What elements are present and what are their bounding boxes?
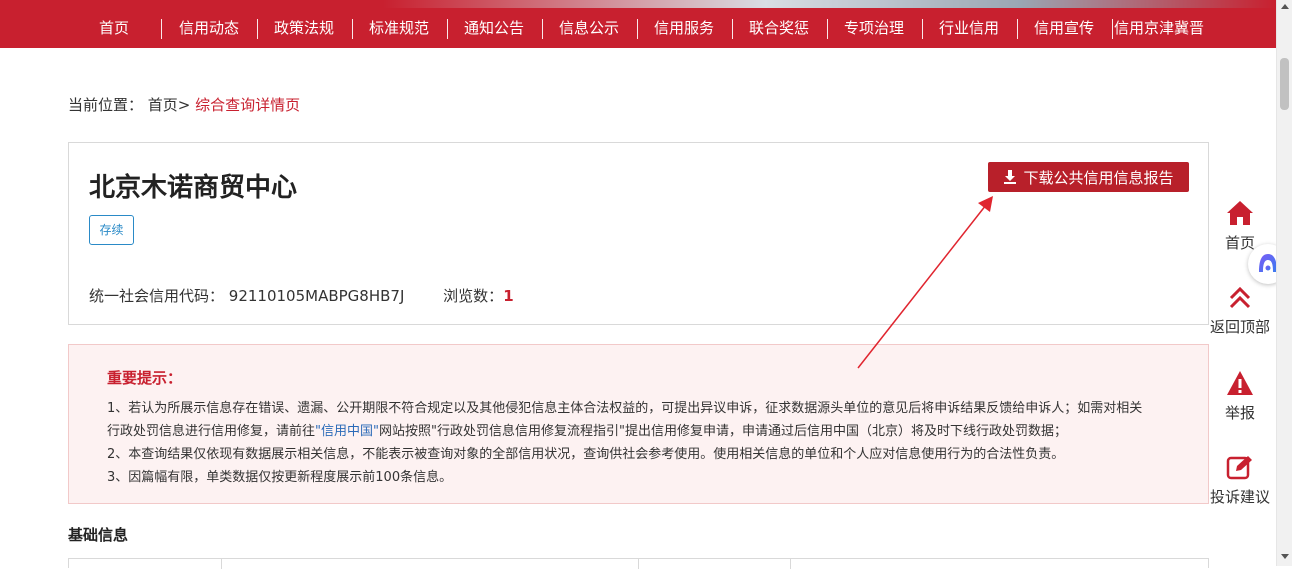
scroll-up-arrow-icon[interactable]: [1281, 4, 1289, 9]
vertical-scrollbar[interactable]: [1276, 0, 1292, 566]
views-label: 浏览数：: [443, 287, 504, 305]
complaint-label: 投诉建议: [1209, 488, 1270, 506]
complaint-button[interactable]: 投诉建议: [1204, 454, 1276, 507]
edit-icon: [1226, 456, 1252, 480]
credit-code-label: 统一社会信用代码：: [89, 287, 225, 305]
company-name: 北京木诺商贸中心: [89, 173, 298, 203]
breadcrumb: 当前位置： 首页> 综合查询详情页: [68, 94, 300, 115]
nav-item-credit-news[interactable]: 信用动态: [179, 8, 239, 48]
notice-line-2: 2、本查询结果仅依现有数据展示相关信息，不能表示被查询对象的全部信用状况，查询供…: [107, 447, 1065, 462]
breadcrumb-current: 综合查询详情页: [195, 96, 301, 114]
nav-item-notices[interactable]: 通知公告: [464, 8, 524, 48]
nav-separator: [352, 19, 353, 39]
notice-line-3: 3、因篇幅有限，单类数据仅按更新程度展示前100条信息。: [107, 470, 453, 485]
scroll-thumb[interactable]: [1280, 58, 1289, 110]
table-column-divider: [638, 559, 639, 569]
notice-line-1b: 行政处罚信息进行信用修复，请前往"信用中国"网站按照"行政处罚信息信用修复流程指…: [107, 420, 1187, 443]
nav-item-industry[interactable]: 行业信用: [939, 8, 999, 48]
nav-separator: [827, 19, 828, 39]
status-badge: 存续: [89, 215, 134, 245]
warning-icon: [1227, 371, 1253, 395]
basic-info-title: 基础信息: [68, 526, 129, 544]
nav-item-promotion[interactable]: 信用宣传: [1034, 8, 1094, 48]
nav-separator: [1017, 19, 1018, 39]
home-icon: [1227, 201, 1253, 225]
views-count: 1: [503, 287, 514, 305]
download-icon: [1004, 170, 1017, 184]
nav-item-jjj[interactable]: 信用京津冀晋: [1114, 8, 1204, 48]
nav-separator: [732, 19, 733, 39]
report-label: 举报: [1224, 404, 1255, 422]
report-button[interactable]: 举报: [1204, 370, 1276, 423]
nav-item-rewards-penalties[interactable]: 联合奖惩: [749, 8, 809, 48]
download-report-label: 下载公共信用信息报告: [1023, 168, 1174, 187]
basic-info-table: [68, 558, 1209, 569]
nav-separator: [257, 19, 258, 39]
top-banner-strip: [0, 0, 1276, 8]
nav-separator: [447, 19, 448, 39]
important-notice: 重要提示： 1、若认为所展示信息存在错误、遗漏、公开期限不符合规定以及其他侵犯信…: [68, 344, 1209, 504]
nav-separator: [542, 19, 543, 39]
nav-separator: [637, 19, 638, 39]
back-to-top-label: 返回顶部: [1209, 318, 1270, 336]
credit-code-value: 92110105MABPG8HB7J: [228, 287, 405, 305]
nav-item-credit-service[interactable]: 信用服务: [654, 8, 714, 48]
download-report-button[interactable]: 下载公共信用信息报告: [988, 162, 1189, 192]
nav-separator: [161, 19, 162, 39]
company-card: 北京木诺商贸中心 存续 统一社会信用代码： 92110105MABPG8HB7J…: [68, 142, 1209, 325]
table-column-divider: [790, 559, 791, 569]
table-column-divider: [221, 559, 222, 569]
credit-china-link[interactable]: "信用中国": [315, 424, 379, 439]
chevron-double-up-icon: [1229, 286, 1251, 309]
nav-item-home[interactable]: 首页: [99, 8, 129, 48]
nav-separator: [922, 19, 923, 39]
breadcrumb-home[interactable]: 首页>: [148, 96, 191, 114]
back-to-top-button[interactable]: 返回顶部: [1204, 286, 1276, 337]
notice-line-1c-text: 网站按照"行政处罚信息信用修复流程指引"提出信用修复申请，申请通过后信用中国（北…: [378, 424, 1067, 439]
scroll-down-arrow-icon[interactable]: [1281, 554, 1289, 559]
notice-body: 1、若认为所展示信息存在错误、遗漏、公开期限不符合规定以及其他侵犯信息主体合法权…: [107, 397, 1187, 489]
nav-item-special[interactable]: 专项治理: [844, 8, 904, 48]
nav-separator: [1112, 19, 1113, 39]
credit-code-row: 统一社会信用代码： 92110105MABPG8HB7J 浏览数：1: [89, 285, 514, 306]
breadcrumb-prefix: 当前位置：: [68, 96, 144, 114]
notice-title: 重要提示：: [107, 369, 183, 387]
nav-item-standards[interactable]: 标准规范: [369, 8, 429, 48]
main-nav: 首页 信用动态 政策法规 标准规范 通知公告 信息公示 信用服务 联合奖惩 专项…: [0, 8, 1276, 48]
nav-item-disclosure[interactable]: 信息公示: [559, 8, 619, 48]
side-home-label: 首页: [1224, 234, 1255, 252]
notice-line-1b-text: 行政处罚信息进行信用修复，请前往: [107, 424, 316, 439]
notice-line-1a: 1、若认为所展示信息存在错误、遗漏、公开期限不符合规定以及其他侵犯信息主体合法权…: [107, 401, 1143, 416]
nav-item-policy[interactable]: 政策法规: [274, 8, 334, 48]
